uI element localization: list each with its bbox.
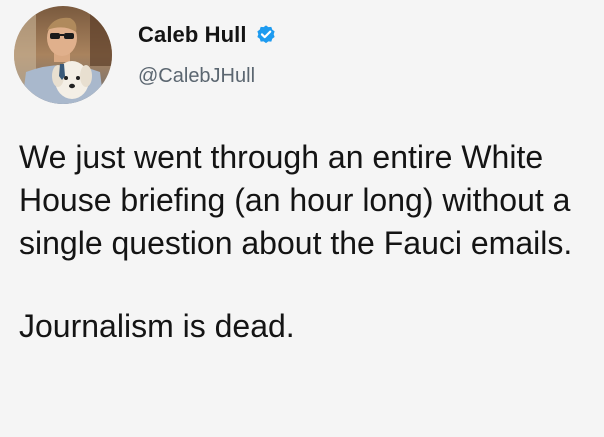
tweet-paragraph-1: We just went through an entire White Hou… — [19, 139, 573, 261]
name-row: Caleb Hull — [138, 22, 277, 48]
display-name[interactable]: Caleb Hull — [138, 22, 247, 48]
handle[interactable]: @CalebJHull — [138, 65, 277, 88]
verified-badge-icon — [255, 24, 277, 46]
tweet-paragraph-2: Journalism is dead. — [19, 308, 295, 344]
tweet-header: Caleb Hull @CalebJHull — [14, 6, 277, 104]
tweet-card: Caleb Hull @CalebJHull We just went thro… — [0, 0, 604, 437]
avatar-image — [14, 6, 112, 104]
author-info: Caleb Hull @CalebJHull — [138, 22, 277, 88]
avatar[interactable] — [14, 6, 112, 104]
tweet-text: We just went through an entire White Hou… — [19, 136, 589, 348]
